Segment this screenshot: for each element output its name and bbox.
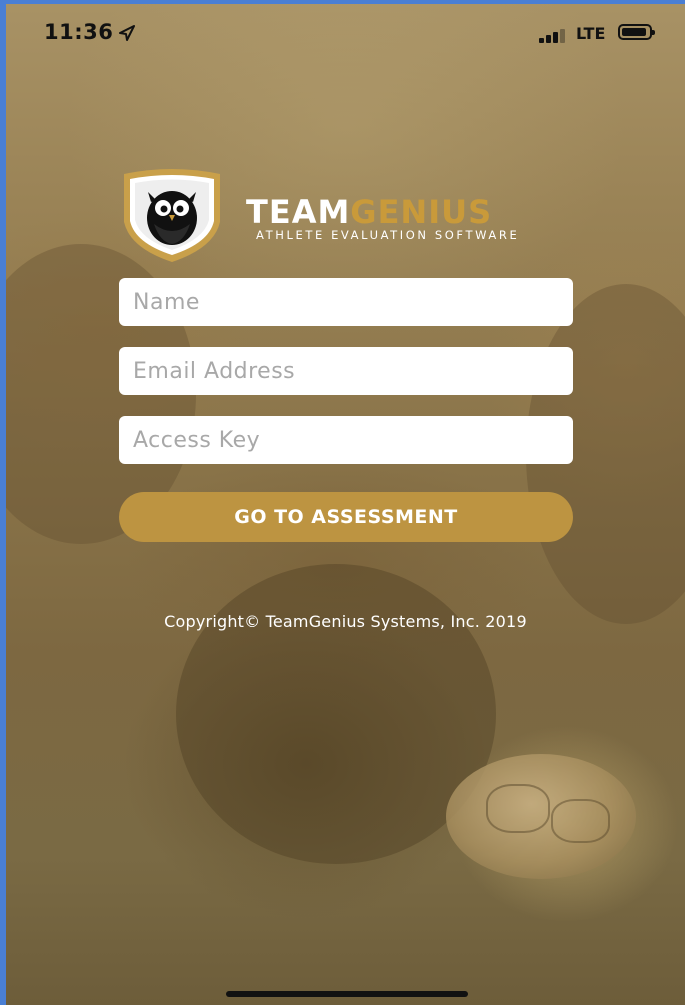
home-indicator[interactable]	[226, 991, 468, 997]
email-input[interactable]	[119, 347, 573, 395]
brand-genius: GENIUS	[350, 193, 493, 231]
go-to-assessment-button[interactable]: GO TO ASSESSMENT	[119, 492, 573, 542]
status-bar: 11:36 LTE	[6, 4, 685, 64]
status-time: 11:36	[44, 20, 114, 44]
teamgenius-logo: TEAMGENIUS ATHLETE EVALUATION SOFTWARE	[118, 166, 588, 266]
cellular-signal-icon	[539, 29, 573, 43]
brand-wordmark: TEAMGENIUS ATHLETE EVALUATION SOFTWARE	[246, 194, 519, 242]
owl-shield-icon	[124, 169, 220, 262]
name-input[interactable]	[119, 278, 573, 326]
brand-team: TEAM	[246, 193, 351, 231]
access-key-input[interactable]	[119, 416, 573, 464]
network-type: LTE	[576, 24, 606, 43]
battery-icon	[618, 24, 655, 40]
copyright-text: Copyright© TeamGenius Systems, Inc. 2019	[164, 612, 527, 631]
brand-tagline: ATHLETE EVALUATION SOFTWARE	[256, 228, 520, 242]
location-arrow-icon	[119, 25, 135, 41]
soccer-ball-image	[446, 754, 636, 879]
login-screen: 11:36 LTE TEAMGENIUS ATHLETE EVALUATION …	[6, 4, 685, 1005]
